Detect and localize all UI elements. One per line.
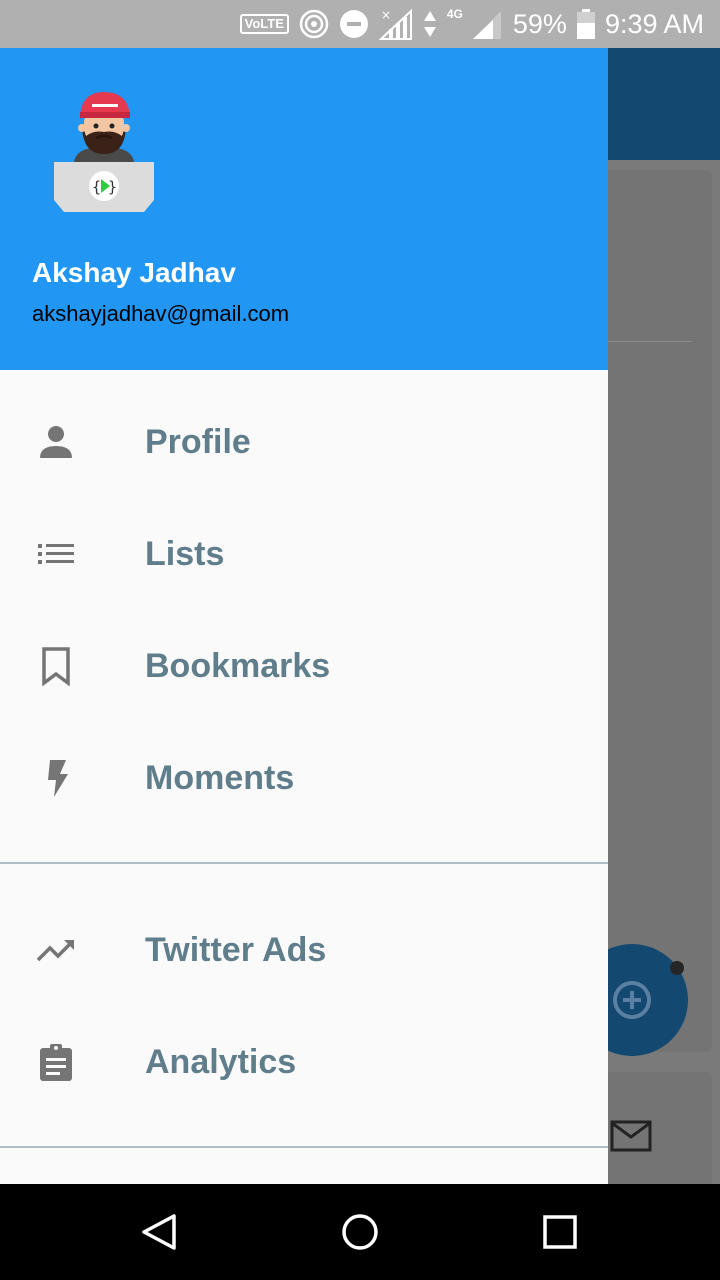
menu-item-twitter-ads[interactable]: Twitter Ads bbox=[0, 894, 608, 1006]
volte-badge: VoLTE bbox=[239, 14, 289, 34]
background-card bbox=[592, 170, 712, 1052]
menu-item-label: Lists bbox=[145, 535, 225, 573]
list-icon bbox=[38, 544, 74, 564]
navigation-drawer: { } Akshay Jadhav akshayjadhav@gmail.com… bbox=[0, 48, 608, 1184]
clock: 9:39 AM bbox=[604, 8, 704, 39]
home-icon[interactable] bbox=[340, 1212, 380, 1252]
menu-item-label: Bookmarks bbox=[145, 647, 331, 685]
menu-item-label: Analytics bbox=[145, 1043, 297, 1081]
menu-item-label: Twitter Ads bbox=[145, 931, 327, 969]
section-divider bbox=[0, 862, 608, 864]
hotspot-icon bbox=[299, 9, 329, 39]
svg-text:×: × bbox=[381, 8, 391, 22]
add-circle-icon bbox=[613, 981, 651, 1019]
system-navigation-bar bbox=[0, 1184, 720, 1280]
back-icon[interactable] bbox=[140, 1212, 180, 1252]
drawer-header: { } Akshay Jadhav akshayjadhav@gmail.com bbox=[0, 48, 608, 370]
status-bar: VoLTE × 4G 59% 9:39 AM bbox=[0, 0, 720, 48]
user-email: akshayjadhav@gmail.com bbox=[32, 301, 290, 326]
data-arrows-icon bbox=[423, 11, 436, 37]
menu-item-label: Moments bbox=[145, 759, 295, 797]
menu-item-analytics[interactable]: Analytics bbox=[0, 1006, 608, 1118]
person-icon bbox=[40, 426, 72, 458]
signal-no-data-icon: × bbox=[378, 8, 412, 40]
recents-icon[interactable] bbox=[540, 1212, 580, 1252]
notification-dot bbox=[670, 961, 684, 975]
svg-text:}: } bbox=[108, 178, 117, 196]
background-card-divider bbox=[600, 341, 692, 342]
section-divider bbox=[0, 1146, 608, 1148]
user-name: Akshay Jadhav bbox=[32, 257, 236, 288]
lightning-icon bbox=[48, 760, 68, 797]
menu-item-label: Profile bbox=[145, 423, 251, 461]
menu-item-profile[interactable]: Profile bbox=[0, 386, 608, 498]
svg-text:{: { bbox=[92, 178, 101, 196]
menu-item-moments[interactable]: Moments bbox=[0, 722, 608, 834]
battery-icon bbox=[576, 9, 595, 39]
menu-item-bookmarks[interactable]: Bookmarks bbox=[0, 610, 608, 722]
mail-icon bbox=[610, 1120, 652, 1152]
network-type-label: 4G bbox=[446, 7, 463, 21]
status-icons: VoLTE × 4G 59% 9:39 AM bbox=[239, 0, 704, 48]
menu-item-lists[interactable]: Lists bbox=[0, 498, 608, 610]
developer-avatar-icon[interactable]: { } bbox=[52, 88, 156, 216]
clipboard-icon bbox=[40, 1044, 72, 1081]
bookmark-icon bbox=[42, 647, 70, 686]
battery-percent: 59% bbox=[512, 8, 567, 39]
trending-up-icon bbox=[36, 940, 74, 962]
do-not-disturb-icon bbox=[339, 10, 368, 38]
signal-4g-icon bbox=[472, 11, 501, 39]
